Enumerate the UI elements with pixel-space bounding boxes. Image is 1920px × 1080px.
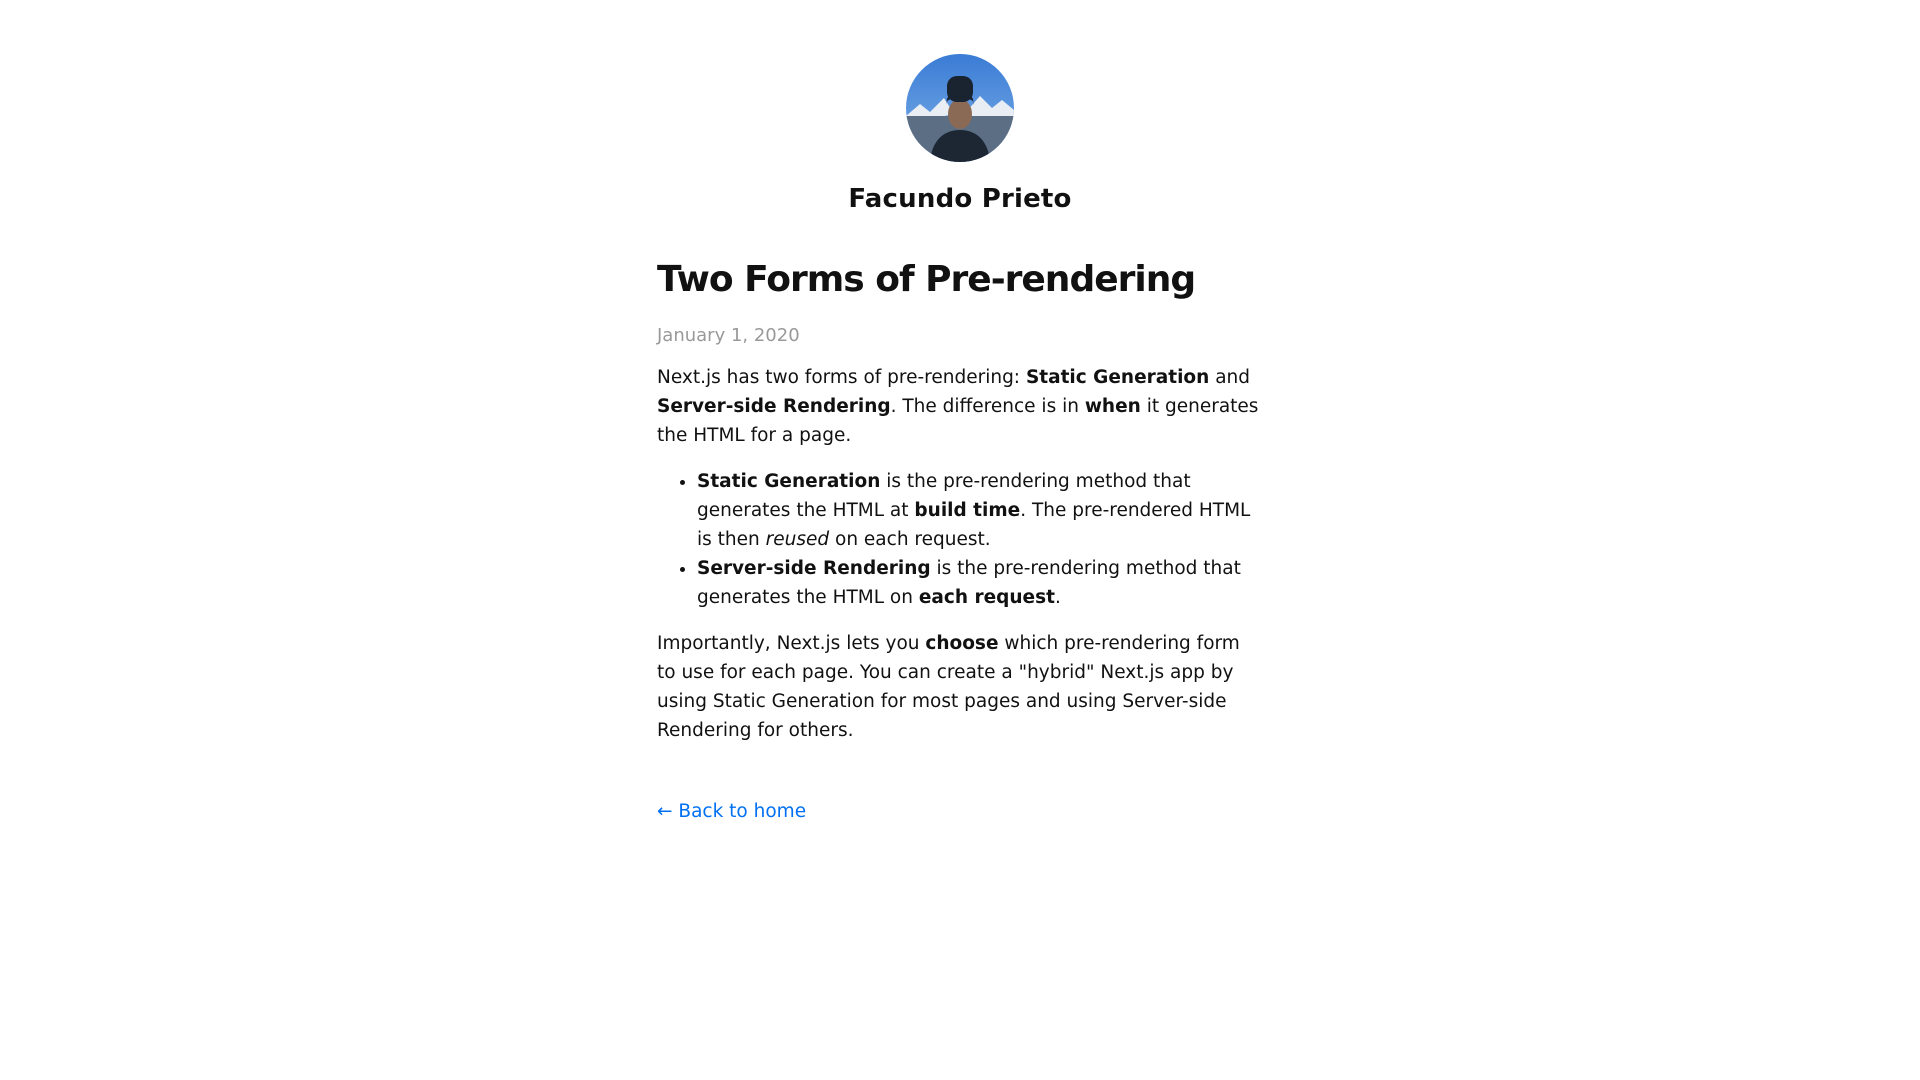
post-date: January 1, 2020 — [657, 325, 800, 347]
bold-static-generation: Static Generation — [1025, 367, 1210, 389]
bold-choose: choose — [925, 633, 999, 655]
list-item: Static Generation is the pre-rendering m… — [697, 467, 1263, 554]
avatar — [906, 54, 1014, 162]
site-header: Facundo Prieto — [657, 54, 1263, 214]
page-container: Facundo Prieto Two Forms of Pre-renderin… — [657, 0, 1263, 822]
back-to-home-link[interactable]: ← Back to home — [657, 801, 806, 822]
bold-when: when — [1084, 396, 1141, 418]
list-item: Server-side Rendering is the pre-renderi… — [697, 554, 1263, 612]
bold-server-side-rendering: Server-side Rendering — [657, 396, 891, 418]
post-body: Next.js has two forms of pre-rendering: … — [657, 363, 1263, 745]
author-name: Facundo Prieto — [848, 184, 1072, 214]
bullet-list: Static Generation is the pre-rendering m… — [657, 467, 1263, 612]
post-article: Two Forms of Pre-rendering January 1, 20… — [657, 258, 1263, 745]
post-title: Two Forms of Pre-rendering — [657, 259, 1196, 300]
paragraph-intro: Next.js has two forms of pre-rendering: … — [657, 367, 1259, 447]
paragraph-conclusion: Importantly, Next.js lets you choose whi… — [657, 633, 1240, 742]
